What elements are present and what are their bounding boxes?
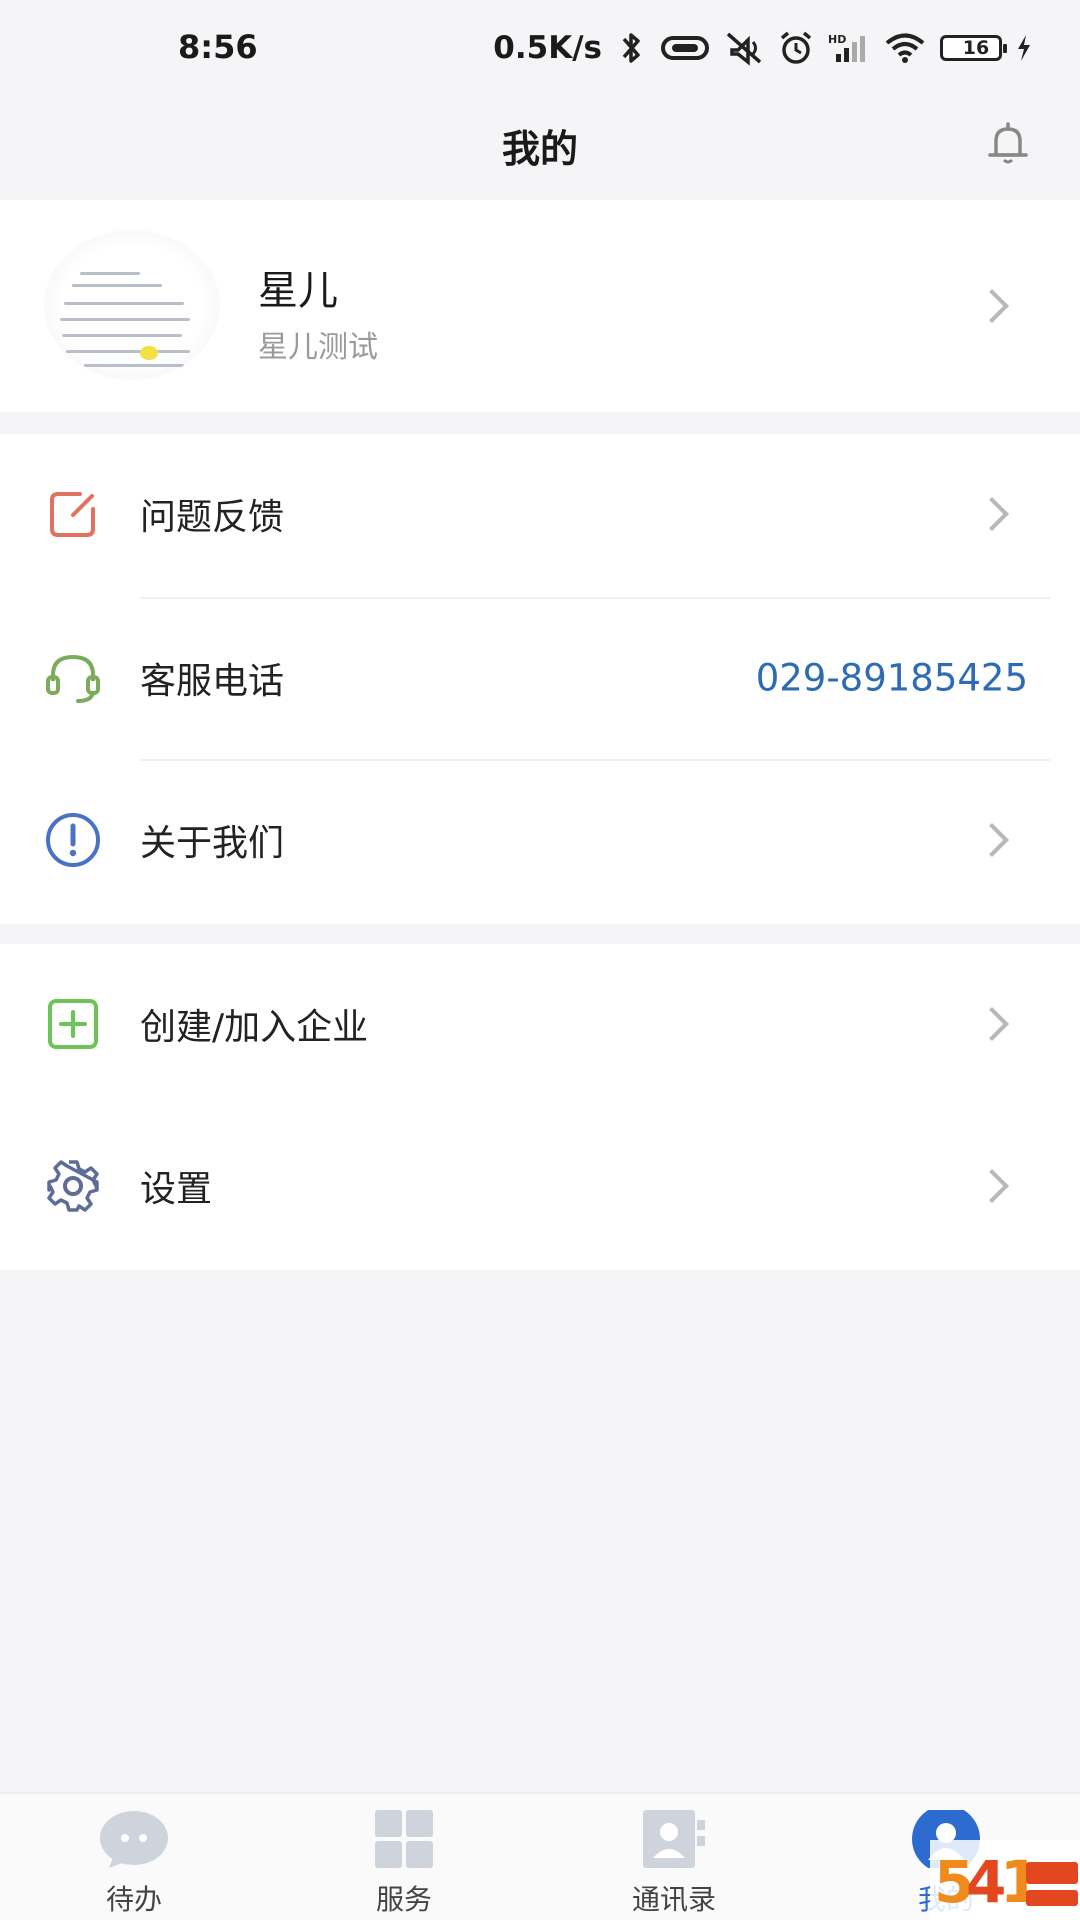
menu-group-2: 创建/加入企业 设置 xyxy=(0,944,1080,1270)
plus-square-icon xyxy=(44,995,102,1053)
battery-level: 16 xyxy=(962,37,990,59)
page-title: 我的 xyxy=(501,127,578,171)
profile-subtitle: 星儿测试 xyxy=(258,330,378,365)
chevron-right-icon xyxy=(975,823,1009,857)
status-bar: 8:56 0.5K/s HD 16 xyxy=(0,0,1080,100)
tab-services-label: 服务 xyxy=(375,1883,432,1916)
wifi-icon xyxy=(884,32,926,64)
bell-icon[interactable] xyxy=(978,114,1038,174)
charging-icon xyxy=(1016,34,1032,62)
svg-text:HD: HD xyxy=(828,33,846,46)
service-phone-number[interactable]: 029-89185425 xyxy=(756,657,1028,700)
contacts-icon xyxy=(639,1810,709,1868)
chat-icon xyxy=(99,1810,169,1868)
about-row[interactable]: 关于我们 xyxy=(0,760,1080,920)
menu-group-1: 问题反馈 客服电话 029-89185425 关于我们 xyxy=(0,434,1080,924)
service-phone-label: 客服电话 xyxy=(140,661,285,702)
tab-todo-label: 待办 xyxy=(105,1883,162,1916)
edit-icon xyxy=(44,485,102,543)
net-speed: 0.5K/s xyxy=(493,30,602,66)
tab-contacts[interactable]: 通讯录 xyxy=(574,1794,774,1920)
chevron-right-icon xyxy=(975,289,1009,323)
alarm-icon xyxy=(778,30,814,66)
about-label: 关于我们 xyxy=(140,823,285,864)
tab-todo[interactable]: 待办 xyxy=(34,1794,234,1920)
profile-card[interactable]: 星儿 星儿测试 xyxy=(0,200,1080,412)
headset-icon xyxy=(44,649,102,707)
battery-icon: 16 xyxy=(940,35,1007,61)
service-phone-row[interactable]: 客服电话 029-89185425 xyxy=(0,598,1080,758)
avatar xyxy=(44,230,220,380)
grid-icon xyxy=(369,1810,439,1868)
info-icon xyxy=(44,811,102,869)
signal-icon: HD xyxy=(828,32,870,64)
tab-services[interactable]: 服务 xyxy=(304,1794,504,1920)
feedback-row[interactable]: 问题反馈 xyxy=(0,434,1080,594)
bluetooth-icon xyxy=(616,30,646,66)
status-time: 8:56 xyxy=(178,28,258,66)
nfc-icon xyxy=(660,33,710,63)
profile-name: 星儿 xyxy=(258,268,338,314)
tab-contacts-label: 通讯录 xyxy=(631,1883,716,1916)
enterprise-label: 创建/加入企业 xyxy=(140,1007,369,1048)
site-watermark-logo: 5 4 1 xyxy=(930,1840,1080,1920)
feedback-label: 问题反馈 xyxy=(140,497,285,538)
bottom-tab-bar: 待办 服务 通讯录 我的 xyxy=(0,1792,1080,1920)
mute-icon xyxy=(724,30,764,66)
chevron-right-icon xyxy=(975,1169,1009,1203)
chevron-right-icon xyxy=(975,1007,1009,1041)
settings-label: 设置 xyxy=(140,1169,213,1210)
status-icons: 0.5K/s HD 16 xyxy=(493,26,1032,70)
enterprise-row[interactable]: 创建/加入企业 xyxy=(0,944,1080,1104)
page-header: 我的 xyxy=(0,100,1080,198)
settings-row[interactable]: 设置 xyxy=(0,1106,1080,1266)
chevron-right-icon xyxy=(975,497,1009,531)
gear-icon xyxy=(44,1157,102,1215)
